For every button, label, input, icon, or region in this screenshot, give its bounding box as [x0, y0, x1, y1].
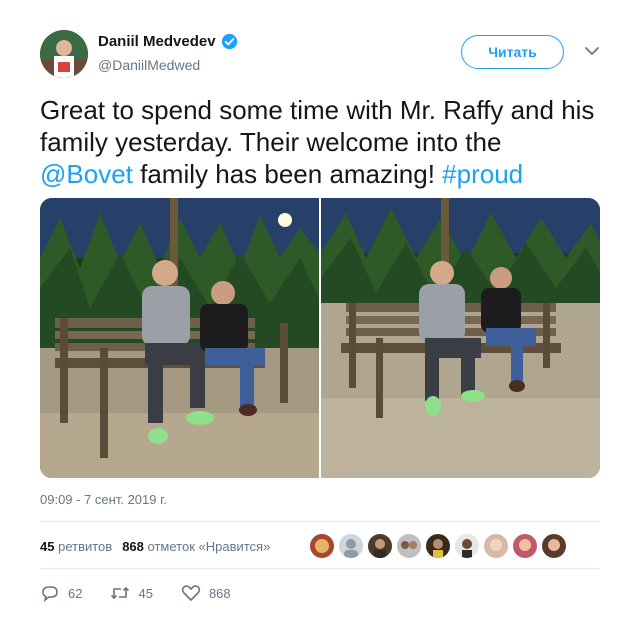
- tweet-photo-1[interactable]: [40, 198, 319, 478]
- verified-badge-icon: [221, 33, 237, 50]
- reply-button[interactable]: 62: [40, 584, 82, 602]
- liker-avatar[interactable]: [542, 534, 566, 558]
- liker-avatar[interactable]: [513, 534, 537, 558]
- retweets-count: 45: [40, 539, 55, 554]
- liker-avatar[interactable]: [368, 534, 392, 558]
- liker-avatar[interactable]: [484, 534, 508, 558]
- liker-avatar[interactable]: [310, 534, 334, 558]
- retweet-icon: [111, 587, 130, 599]
- liker-avatar[interactable]: [339, 534, 363, 558]
- likes-stat[interactable]: 868 отметок «Нравится»: [122, 539, 270, 554]
- tweet-media[interactable]: [40, 198, 600, 478]
- retweet-count: 45: [138, 585, 153, 601]
- tweet-text-part: family has been amazing!: [132, 159, 443, 189]
- like-count: 868: [208, 585, 231, 601]
- engagement-stats: 45 ретвитов 868 отметок «Нравится»: [40, 539, 270, 554]
- reply-icon: [42, 586, 58, 602]
- liker-avatar[interactable]: [426, 534, 450, 558]
- retweet-button[interactable]: 45: [110, 584, 153, 602]
- chevron-down-icon[interactable]: [584, 45, 600, 57]
- tweet-text: Great to spend some time with Mr. Raffy …: [40, 94, 600, 190]
- tweet-text-part: Great to spend some time with Mr. Raffy …: [40, 95, 595, 157]
- author-display-name[interactable]: Daniil Medvedev: [98, 33, 216, 50]
- author-name-row[interactable]: Daniil Medvedev: [98, 33, 238, 50]
- tweet-actions: 62 45 868: [40, 584, 259, 602]
- liker-avatars: [310, 534, 566, 558]
- divider: [40, 521, 600, 522]
- heart-icon: [181, 585, 201, 601]
- mention-link[interactable]: @Bovet: [40, 159, 133, 189]
- retweets-stat[interactable]: 45 ретвитов: [40, 539, 112, 554]
- author-avatar[interactable]: [40, 30, 88, 78]
- tweet-photo-2[interactable]: [321, 198, 600, 478]
- liker-avatar[interactable]: [397, 534, 421, 558]
- liker-avatar[interactable]: [455, 534, 479, 558]
- reply-count: 62: [68, 585, 83, 601]
- hashtag-link[interactable]: #proud: [442, 159, 523, 189]
- retweets-label: ретвитов: [58, 539, 113, 554]
- author-handle[interactable]: @DaniilMedwed: [98, 57, 200, 73]
- likes-count: 868: [122, 539, 144, 554]
- divider: [40, 568, 600, 569]
- likes-label: отметок «Нравится»: [147, 539, 271, 554]
- follow-button[interactable]: Читать: [461, 35, 564, 69]
- like-button[interactable]: 868: [181, 584, 231, 602]
- tweet-timestamp[interactable]: 09:09 - 7 сент. 2019 г.: [40, 492, 167, 507]
